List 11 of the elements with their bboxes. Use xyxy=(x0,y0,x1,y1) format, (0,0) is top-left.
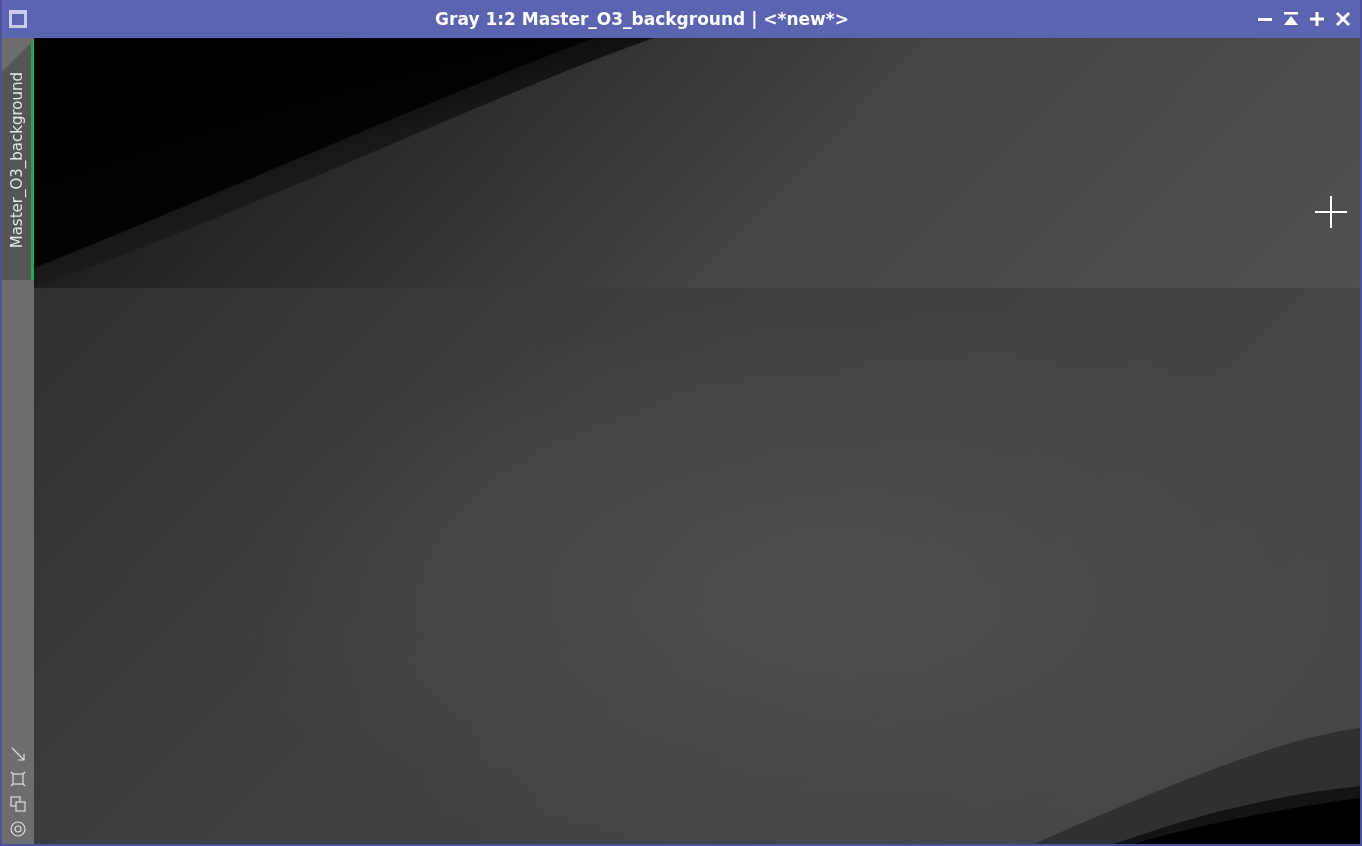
shade-icon[interactable] xyxy=(1282,10,1300,28)
overlap-squares-icon[interactable] xyxy=(9,795,27,813)
maximize-icon[interactable] xyxy=(1308,10,1326,28)
close-icon[interactable] xyxy=(1334,10,1352,28)
view-tab[interactable]: Master_O3_background xyxy=(2,40,34,280)
window-icon[interactable] xyxy=(8,9,28,29)
arrow-icon[interactable] xyxy=(9,745,27,763)
window-title: Gray 1:2 Master_O3_background | <*new*> xyxy=(434,9,850,29)
fit-frame-icon[interactable] xyxy=(9,770,27,788)
target-icon[interactable] xyxy=(9,820,27,838)
crosshair-icon xyxy=(1314,195,1348,229)
